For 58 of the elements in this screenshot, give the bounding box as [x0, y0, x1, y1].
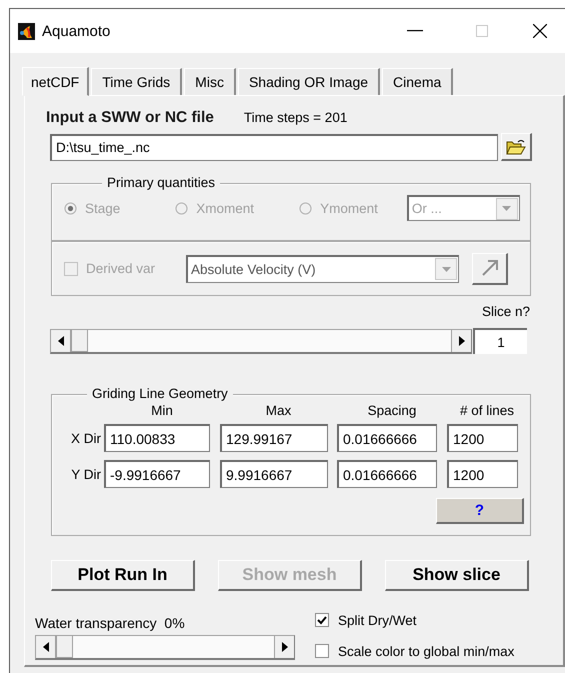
section-label: Input a SWW or NC file [46, 109, 214, 127]
left-arrow-icon[interactable] [58, 336, 64, 346]
tab[interactable]: Time Grids [91, 68, 182, 95]
input-field[interactable]: 1200 [447, 460, 518, 488]
checkbox-label: Derived var [86, 261, 156, 276]
tab[interactable]: Shading OR Image [238, 68, 380, 95]
checkbox[interactable] [315, 644, 329, 658]
tab[interactable]: Cinema [382, 68, 454, 95]
time-steps-label: Time steps = 201 [244, 110, 348, 125]
app-icon [18, 22, 35, 40]
right-arrow-icon[interactable] [282, 642, 288, 652]
tab[interactable]: netCDF [22, 67, 90, 96]
diagonal-arrow-icon [480, 259, 499, 277]
column-header: # of lines [458, 403, 516, 418]
input-field[interactable]: 110.00833 [104, 424, 210, 452]
help-button[interactable]: ? [436, 498, 524, 524]
close-icon[interactable] [533, 24, 547, 38]
input-field[interactable]: 1200 [447, 424, 518, 452]
transparency-reading: 0% [164, 615, 185, 631]
open-file-button[interactable] [501, 133, 532, 161]
arrow-button[interactable] [472, 252, 508, 284]
input-field[interactable]: 9.9916667 [220, 460, 328, 488]
column-header: Spacing [366, 403, 418, 418]
left-arrow-icon[interactable] [42, 642, 48, 652]
transparency-label: Water transparency [35, 615, 157, 631]
checkbox[interactable] [315, 613, 329, 627]
right-arrow-icon[interactable] [458, 336, 464, 346]
input-field[interactable]: 129.99167 [220, 424, 328, 452]
input-field[interactable]: 0.01666666 [337, 460, 437, 488]
checkbox-label: Split Dry/Wet [338, 612, 417, 628]
radio-label: Ymoment [320, 200, 378, 216]
column-header: Max [264, 403, 292, 418]
tab[interactable]: Misc [184, 68, 236, 95]
scrollbar[interactable] [50, 328, 472, 354]
slider-thumb[interactable] [56, 636, 73, 658]
check-icon [317, 616, 327, 624]
slice-label: Slice n? [480, 304, 530, 319]
input-field[interactable]: -9.9916667 [104, 460, 210, 488]
action-button[interactable]: Show slice [385, 560, 529, 591]
column-header: Min [150, 403, 174, 418]
checkbox-label: Scale color to global min/max [338, 644, 514, 658]
input-field[interactable]: 0.01666666 [337, 424, 437, 452]
scrollbar[interactable] [35, 635, 295, 660]
slice-field[interactable]: 1 [473, 328, 527, 354]
minimize-icon[interactable] [406, 30, 422, 32]
group-title: Griding Line Geometry [87, 386, 233, 402]
caret-icon[interactable] [442, 266, 451, 272]
folder-icon [506, 138, 526, 154]
row-label: X Dir [70, 430, 102, 446]
file-path-field[interactable]: D:\tsu_time_.nc [50, 134, 498, 160]
window-title: Aquamoto [42, 22, 110, 40]
action-button[interactable]: Plot Run In [51, 560, 195, 591]
caret-icon[interactable] [502, 206, 512, 211]
radio-label: Stage [85, 200, 120, 216]
group-title: Primary quantities [102, 175, 220, 191]
radio-label: Xmoment [196, 200, 254, 216]
row-label: Y Dir [70, 466, 102, 482]
slider-thumb[interactable] [71, 330, 88, 352]
